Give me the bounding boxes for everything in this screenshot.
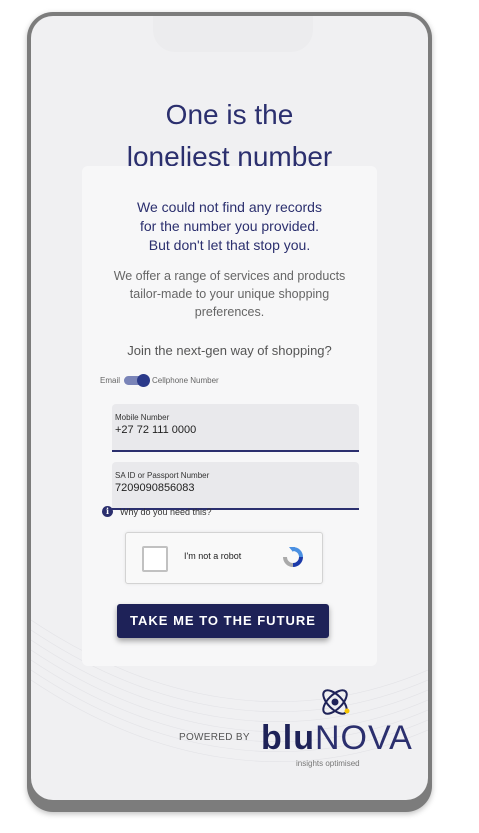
toggle-cellphone-label: Cellphone Number	[152, 376, 219, 385]
why-link[interactable]: i Why do you need this?	[102, 506, 212, 517]
toggle-email-label: Email	[100, 376, 121, 385]
recaptcha-checkbox[interactable]	[142, 546, 168, 572]
no-records-message: We could not find any records for the nu…	[82, 198, 377, 255]
recaptcha-icon	[283, 547, 303, 567]
title-line-1: One is the	[165, 99, 294, 130]
brand-name-bold: blu	[261, 719, 315, 757]
phone-screen: One is the loneliest number We could not…	[31, 16, 428, 800]
offer-line-1: We offer a range of services and product…	[113, 269, 346, 283]
offer-line-2: tailor-made to your unique shopping	[129, 287, 330, 301]
info-icon: i	[102, 506, 113, 517]
why-link-text[interactable]: Why do you need this?	[120, 507, 212, 517]
recaptcha-label: I'm not a robot	[184, 551, 242, 561]
mobile-number-field[interactable]: Mobile Number +27 72 111 0000	[112, 404, 359, 452]
join-question: Join the next-gen way of shopping?	[127, 343, 332, 358]
signup-card: We could not find any records for the nu…	[82, 166, 377, 666]
switch-knob[interactable]	[137, 374, 151, 387]
powered-by-label: POWERED BY	[179, 732, 250, 743]
contact-method-toggle-row: Email Cellphone Number	[100, 374, 219, 387]
brand-tagline: insights optimised	[296, 759, 360, 768]
mobile-number-label: Mobile Number	[115, 413, 170, 422]
blunova-brand-logo: bluNOVA	[261, 720, 413, 756]
phone-notch	[153, 16, 313, 52]
id-number-label: SA ID or Passport Number	[115, 471, 210, 480]
recaptcha-widget: I'm not a robot	[125, 532, 323, 584]
brand-name-thin: NOVA	[314, 719, 413, 757]
offer-text: We offer a range of services and product…	[90, 267, 369, 321]
take-me-to-the-future-button[interactable]: TAKE ME TO THE FUTURE	[117, 604, 329, 638]
message-line-3: But don't let that stop you.	[148, 237, 311, 253]
id-number-value[interactable]: 7209090856083	[115, 482, 195, 494]
contact-method-switch[interactable]	[124, 374, 151, 387]
id-number-field[interactable]: SA ID or Passport Number 7209090856083	[112, 462, 359, 510]
message-line-2: for the number you provided.	[140, 218, 319, 234]
phone-frame: One is the loneliest number We could not…	[27, 12, 432, 812]
offer-line-3: preferences.	[194, 305, 265, 319]
mobile-number-value[interactable]: +27 72 111 0000	[115, 424, 196, 436]
blunova-atom-logo-icon	[322, 689, 350, 715]
message-line-1: We could not find any records	[137, 199, 322, 215]
